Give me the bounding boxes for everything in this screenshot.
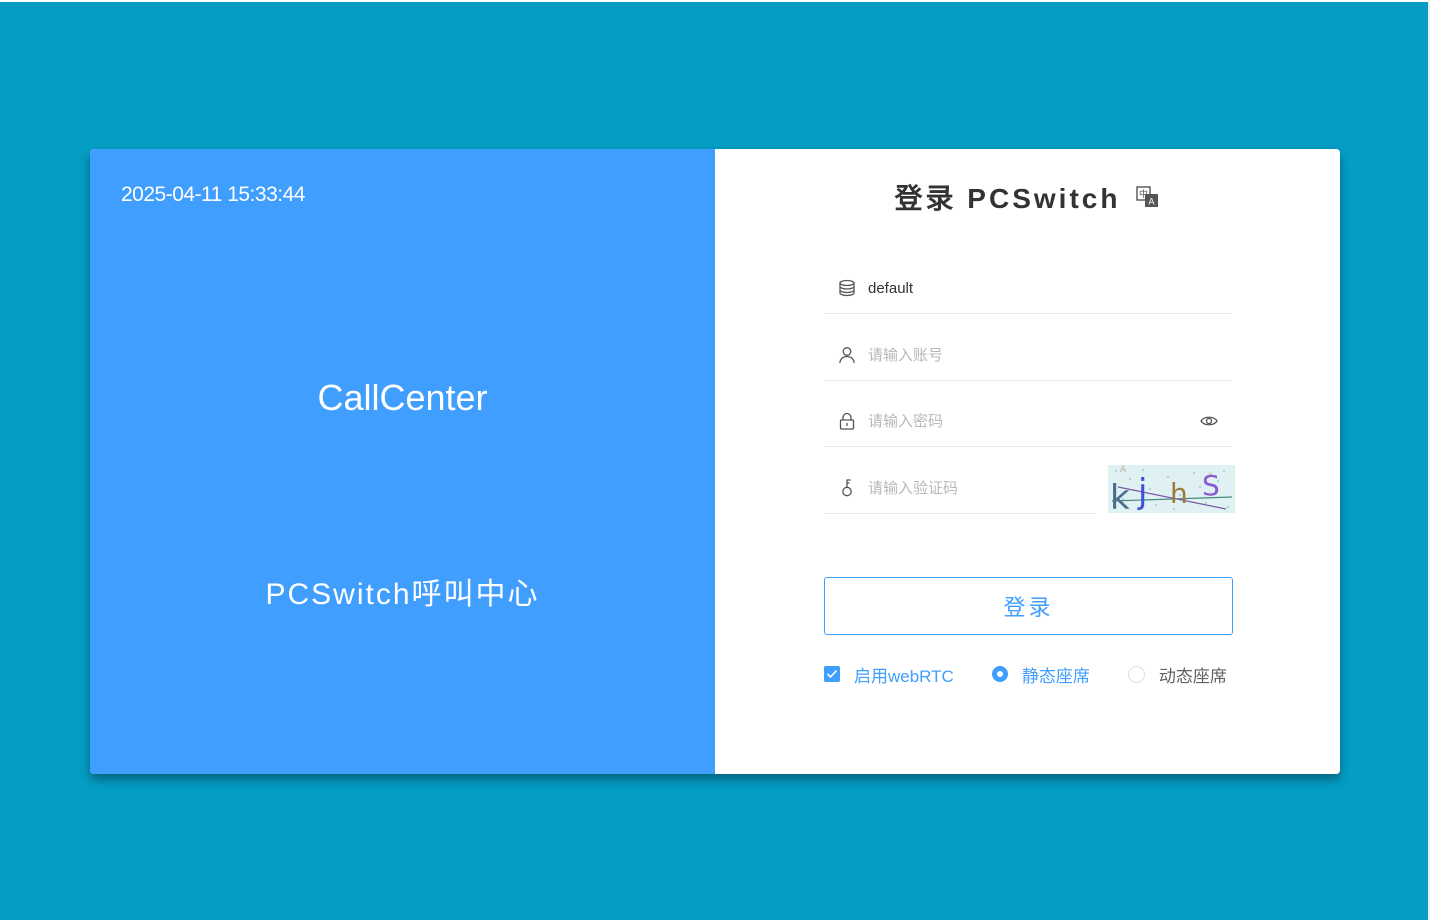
account-field[interactable]: [824, 330, 1231, 381]
svg-text:j: j: [1137, 472, 1147, 512]
key-icon: [837, 478, 857, 498]
database-icon: [837, 278, 857, 298]
svg-text:k: k: [1110, 478, 1130, 513]
login-form-panel: 登录 PCSwitch 中 A default 请输入账号 请输入验证码 A x…: [715, 149, 1340, 774]
svg-text:A: A: [1149, 198, 1156, 208]
tenant-input[interactable]: [868, 273, 1231, 303]
captcha-input[interactable]: [868, 473, 1095, 503]
checkbox-checked-icon[interactable]: [824, 666, 840, 682]
login-options: 启用webRTC 静态座席 动态座席: [824, 661, 1244, 687]
login-title: 登录 PCSwitch: [894, 183, 1121, 214]
radio-selected-icon[interactable]: [991, 666, 1008, 682]
brand-slogan: PCSwitch呼叫中心: [265, 578, 540, 611]
lock-icon: [837, 411, 857, 431]
svg-text:A: A: [1120, 465, 1127, 475]
brand-title: CallCenter: [317, 377, 488, 418]
static-seat-label: 静态座席: [1021, 666, 1090, 686]
captcha-image[interactable]: A x k j h S: [1108, 465, 1235, 518]
captcha-field[interactable]: [824, 463, 1095, 514]
brand-panel: 2025-04-11 15:33:44 CallCenter PCSwitch呼…: [90, 149, 715, 774]
dynamic-seat-label: 动态座席: [1158, 666, 1227, 686]
svg-text:h: h: [1170, 477, 1188, 510]
translate-icon[interactable]: 中 A: [1136, 185, 1160, 209]
login-title-row: 登录 PCSwitch 中 A: [715, 177, 1340, 217]
radio-dynamic-seat[interactable]: 动态座席: [1127, 662, 1227, 687]
radio-static-seat[interactable]: 静态座席: [991, 662, 1090, 687]
webrtc-label: 启用webRTC: [854, 666, 954, 686]
top-border: [0, 0, 1430, 2]
login-card: 2025-04-11 15:33:44 CallCenter PCSwitch呼…: [90, 149, 1340, 774]
user-icon: [837, 345, 857, 365]
svg-text:S: S: [1202, 469, 1220, 502]
datetime-display: 2025-04-11 15:33:44: [121, 183, 305, 206]
password-field[interactable]: [824, 396, 1231, 447]
account-input[interactable]: [868, 340, 1231, 370]
tenant-field[interactable]: [824, 263, 1231, 314]
webrtc-checkbox[interactable]: 启用webRTC: [824, 662, 954, 687]
password-input[interactable]: [868, 406, 1199, 436]
radio-unselected-icon[interactable]: [1127, 665, 1145, 683]
eye-icon[interactable]: [1199, 411, 1219, 431]
login-button[interactable]: 登录: [824, 577, 1233, 635]
